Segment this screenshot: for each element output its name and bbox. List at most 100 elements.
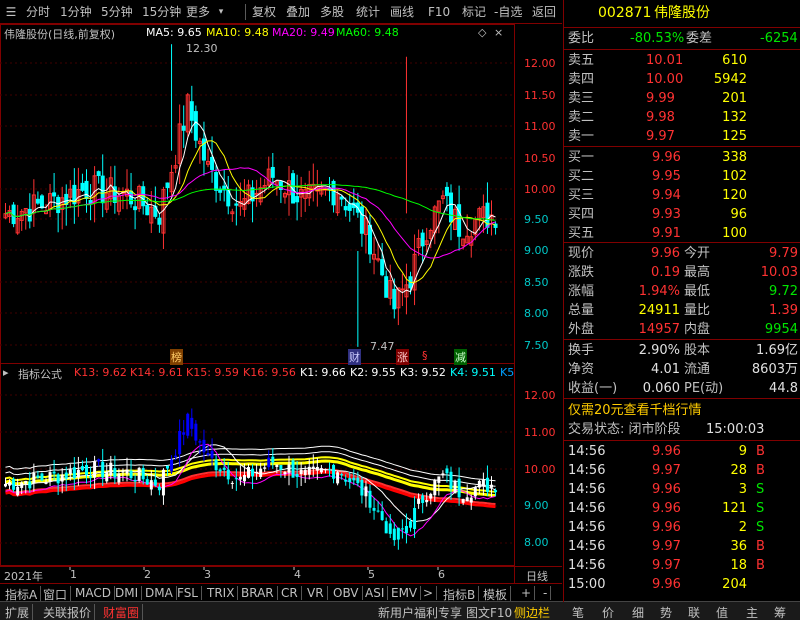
tick-row[interactable]: 14:56 9.97 28 B [564, 461, 800, 480]
indicator-bar [28, 481, 32, 489]
low-marker: 7.47 [370, 340, 395, 353]
sell-price: 9.99 [646, 91, 675, 106]
indicator-bar [433, 479, 437, 496]
stat-value: 8603万 [751, 362, 798, 377]
indicator-bar [251, 468, 255, 477]
tick-row[interactable]: 15:00 9.96 204 [564, 575, 800, 594]
tick-row[interactable]: 14:56 9.97 18 B [564, 556, 800, 575]
status-tab-detail[interactable]: 细 [632, 604, 644, 620]
tab-fsl[interactable]: FSL [174, 586, 202, 600]
indicator-bar [267, 457, 271, 468]
indicator-bar [8, 482, 12, 486]
tab-add[interactable]: + [518, 586, 536, 600]
event-tag-reduce[interactable]: 减 [454, 349, 467, 365]
promo-row[interactable]: 仅需20元查看千档行情 [564, 401, 800, 420]
tab-dma[interactable]: DMA [142, 586, 177, 600]
stock-label: 伟隆股份(日线,前复权) [4, 28, 116, 41]
tab-cr[interactable]: CR [278, 586, 302, 600]
promo-text[interactable]: 仅需20元查看千档行情 [568, 401, 702, 420]
status-tab-value[interactable]: 值 [716, 604, 728, 620]
sell-row[interactable]: 卖二 9.98 132 [564, 108, 800, 127]
tick-row[interactable]: 14:56 9.96 9 B [564, 442, 800, 461]
status-tab-chips[interactable]: 筹 [774, 604, 786, 620]
stat-label: 股本 [684, 343, 711, 358]
tab-macd[interactable]: MACD [72, 586, 115, 600]
indicator-name[interactable]: 指标公式 [18, 366, 62, 382]
kline-chart[interactable] [0, 0, 563, 583]
tab-brar[interactable]: BRAR [238, 586, 278, 600]
sell-row[interactable]: 卖一 9.97 125 [564, 127, 800, 146]
tick-row[interactable]: 14:56 9.96 121 S [564, 499, 800, 518]
indicator-bar [206, 453, 210, 455]
weibi-value: -80.53% [630, 31, 685, 46]
event-tag-limit-up[interactable]: 涨 [396, 349, 409, 365]
tab-asi[interactable]: ASI [362, 586, 389, 600]
tick-row[interactable]: 14:56 9.96 2 S [564, 518, 800, 537]
status-f10[interactable]: 图文F10 [466, 604, 512, 620]
buy-price: 9.96 [652, 150, 681, 165]
stat-value: 44.8 [769, 381, 798, 396]
sell-volume: 132 [722, 110, 747, 125]
indicator-toggle-icon[interactable]: ▸ [3, 366, 9, 379]
indicator-bar [368, 490, 372, 508]
status-wealth-circle[interactable]: 财富圈 [100, 604, 144, 620]
indicator-bar [153, 479, 157, 486]
tick-time: 14:56 [568, 539, 606, 554]
diamond-icon[interactable]: ◇ [478, 26, 486, 39]
status-tab-trade[interactable]: 笔 [572, 604, 584, 620]
tab-obv[interactable]: OBV [330, 586, 363, 600]
candle-body [80, 182, 85, 191]
status-tab-main[interactable]: 主 [746, 604, 758, 620]
sell-row[interactable]: 卖四 10.00 5942 [564, 70, 800, 89]
tab-dmi[interactable]: DMI [112, 586, 143, 600]
indicator-bar [190, 417, 194, 429]
indicator-bar [417, 498, 421, 504]
period-label[interactable]: 日线 [526, 568, 548, 584]
buy-row[interactable]: 买三 9.94 120 [564, 186, 800, 205]
buy-price: 9.95 [652, 169, 681, 184]
sell-volume: 201 [722, 91, 747, 106]
buy-row[interactable]: 买二 9.95 102 [564, 167, 800, 186]
close-icon[interactable]: × [494, 26, 503, 39]
event-tag-finance[interactable]: 财 [348, 349, 361, 365]
status-new-user-promo[interactable]: 新用户福利专享 [378, 604, 462, 620]
indicator-bar [291, 460, 295, 478]
buy-row[interactable]: 买一 9.96 338 [564, 148, 800, 167]
status-tab-trend[interactable]: 势 [660, 604, 672, 620]
indicator-bar [279, 465, 283, 470]
status-sidebar[interactable]: 侧边栏 [514, 604, 550, 620]
tick-row[interactable]: 14:56 9.96 3 S [564, 480, 800, 499]
timeline-label: 2021年 [4, 570, 43, 583]
tab-trix[interactable]: TRIX [204, 586, 239, 600]
indicator-bar [441, 473, 445, 476]
price-tick: 12.00 [524, 57, 556, 70]
buy-row[interactable]: 买四 9.93 96 [564, 205, 800, 224]
sell-row[interactable]: 卖三 9.99 201 [564, 89, 800, 108]
status-expand[interactable]: 扩展 [2, 604, 34, 620]
tick-volume: 2 [738, 520, 747, 535]
high-marker: 12.30 [186, 42, 218, 55]
stat-row: 涨跌 0.19 最高 10.03 [564, 263, 800, 282]
price-tick: 10.50 [524, 152, 556, 165]
candle-body [400, 288, 405, 291]
tab-emv[interactable]: EMV [388, 586, 422, 600]
indicator-bar [283, 472, 287, 475]
indicator-bar [170, 459, 174, 472]
indicator-bar [259, 468, 263, 477]
tick-row[interactable]: 14:56 9.97 36 B [564, 537, 800, 556]
event-tag-rank[interactable]: 榜 [170, 349, 183, 365]
tab-remove[interactable]: - [540, 586, 552, 600]
indicator-bar [409, 521, 412, 528]
sell-row[interactable]: 卖五 10.01 610 [564, 51, 800, 70]
status-tab-linked[interactable]: 联 [688, 604, 700, 620]
tab-more[interactable]: > [420, 586, 438, 600]
indicator-bar [494, 490, 498, 493]
sell-level-label: 卖五 [568, 53, 595, 68]
candle-body [96, 171, 101, 176]
status-related-quotes[interactable]: 关联报价 [40, 604, 96, 620]
status-tab-price[interactable]: 价 [602, 604, 614, 620]
divider [564, 242, 800, 243]
event-tag-section[interactable]: § [422, 349, 428, 362]
buy-row[interactable]: 买五 9.91 100 [564, 224, 800, 243]
tab-vr[interactable]: VR [304, 586, 328, 600]
